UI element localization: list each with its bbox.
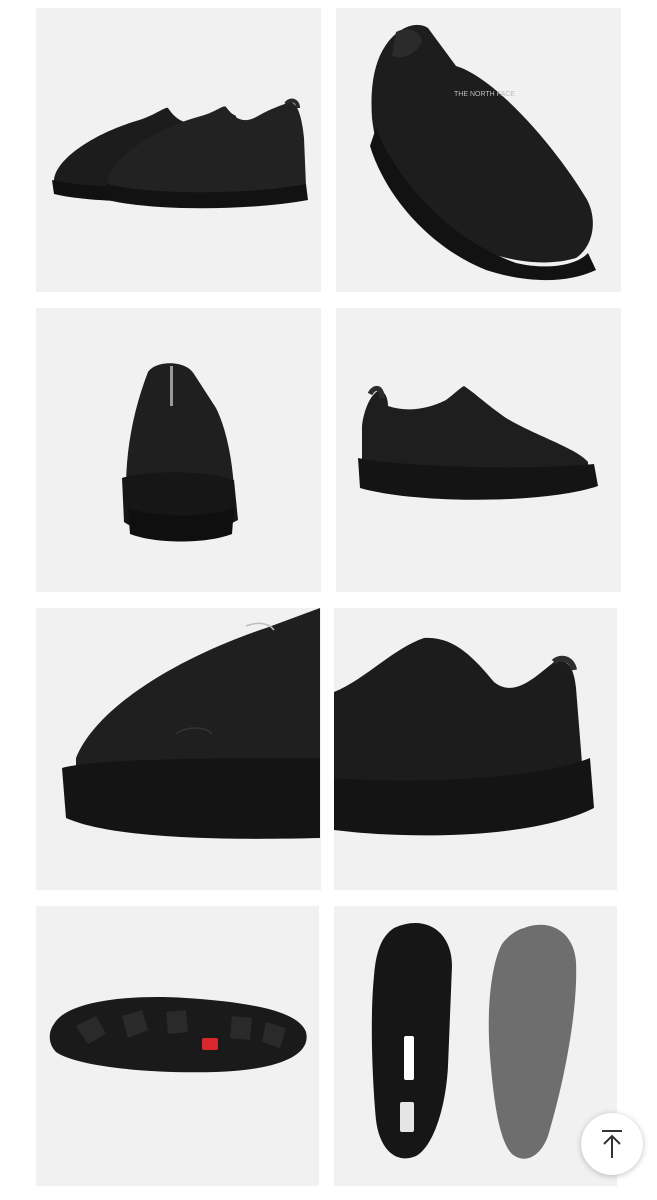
arrow-up-icon	[602, 1130, 622, 1158]
product-image-5[interactable]: Toe close-up	[36, 608, 321, 890]
shoe-front-quarter-photo: THE NORTH FACE	[370, 24, 596, 281]
shoe-pair-side-photo	[52, 98, 308, 209]
product-image-4[interactable]: Side profile view	[336, 308, 621, 592]
product-image-7[interactable]: Outsole view	[36, 906, 319, 1186]
product-image-8[interactable]: Insoles	[334, 906, 617, 1186]
shoe-heel-photo	[122, 363, 238, 542]
product-image-3[interactable]: Rear heel view	[36, 308, 321, 592]
product-image-6[interactable]: Heel close-up	[334, 608, 617, 890]
shoe-outsole-photo	[49, 997, 307, 1073]
insole-logo	[400, 1102, 414, 1132]
shoe-toe-closeup-photo	[62, 608, 320, 839]
scroll-top-button[interactable]: Scroll to top	[581, 1113, 643, 1175]
brand-label-patch	[202, 1038, 218, 1050]
insole-badge	[404, 1036, 414, 1080]
brand-logo-small: THE NORTH FACE	[454, 91, 515, 98]
insole-photo	[371, 922, 577, 1159]
product-image-2[interactable]: Front three-quarter view THE NORTH FACE	[336, 8, 621, 292]
product-image-1[interactable]: Side view pair	[36, 8, 321, 292]
shoe-profile-photo	[358, 386, 598, 500]
shoe-heel-closeup-photo	[334, 637, 594, 836]
